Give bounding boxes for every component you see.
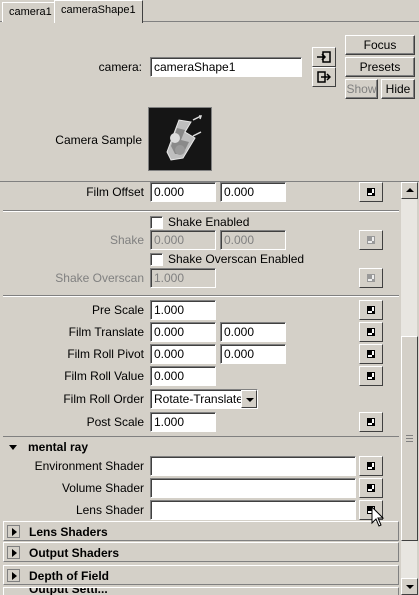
- lens-shader-field[interactable]: [150, 500, 356, 520]
- arrow-down-icon: [406, 585, 414, 589]
- output-settings-section-header[interactable]: Output Setti...: [3, 587, 399, 595]
- film-roll-value-map-button[interactable]: [359, 366, 383, 386]
- depth-of-field-section-header[interactable]: Depth of Field: [3, 565, 399, 585]
- depth-of-field-title: Depth of Field: [29, 569, 109, 583]
- checker-map-icon: [367, 236, 375, 244]
- lens-shaders-section-header[interactable]: Lens Shaders: [3, 521, 399, 541]
- camera-swatch-icon: [149, 108, 211, 170]
- divider: [3, 295, 399, 297]
- checker-map-icon: [367, 462, 375, 470]
- film-roll-pivot-label: Film Roll Pivot: [67, 347, 144, 361]
- shake-label: Shake: [109, 233, 144, 247]
- volume-shader-field[interactable]: [150, 478, 356, 498]
- camera-sample-thumbnail: [148, 107, 212, 171]
- shake-overscan-enabled-checkbox[interactable]: [150, 253, 163, 266]
- shake-enabled-label: Shake Enabled: [168, 215, 250, 229]
- camera-name-field[interactable]: cameraShape1: [150, 57, 302, 77]
- divider: [3, 210, 399, 212]
- mental-ray-section-header[interactable]: mental ray: [3, 436, 399, 456]
- film-roll-order-label: Film Roll Order: [63, 392, 144, 406]
- pre-scale-label: Pre Scale: [91, 303, 144, 317]
- post-scale-map-button[interactable]: [359, 412, 383, 432]
- hide-button[interactable]: Hide: [381, 79, 415, 99]
- camera-sample-label: Camera Sample: [55, 133, 142, 147]
- expanded-triangle-icon: [9, 445, 17, 450]
- scroll-down-button[interactable]: [401, 578, 418, 595]
- shake-overscan-label: Shake Overscan: [55, 271, 144, 285]
- camera-label: camera:: [98, 60, 142, 74]
- film-translate-label: Film Translate: [68, 325, 144, 339]
- lens-shader-label: Lens Shader: [75, 503, 144, 517]
- pre-scale-field[interactable]: 1.000: [150, 300, 216, 320]
- input-connection-icon: [317, 51, 331, 63]
- checker-map-icon: [367, 188, 375, 196]
- film-roll-order-dropdown[interactable]: Rotate-Translate: [150, 389, 258, 409]
- shake-overscan-map-button: [359, 268, 383, 288]
- checker-map-icon: [367, 350, 375, 358]
- volume-shader-map-button[interactable]: [359, 478, 383, 498]
- scrollbar-thumb[interactable]: [401, 336, 418, 541]
- post-scale-label: Post Scale: [86, 415, 144, 429]
- film-offset-y-field[interactable]: 0.000: [220, 182, 286, 202]
- arrow-up-icon: [406, 188, 414, 192]
- checker-map-icon: [367, 274, 375, 282]
- environment-shader-label: Environment Shader: [34, 459, 144, 473]
- vertical-scrollbar[interactable]: [400, 182, 418, 595]
- presets-button[interactable]: Presets: [345, 57, 415, 77]
- focus-button[interactable]: Focus: [345, 35, 415, 55]
- expand-triangle-icon: [12, 528, 17, 536]
- show-button[interactable]: Show: [345, 79, 378, 99]
- expand-triangle-icon: [12, 572, 17, 580]
- checker-map-icon: [367, 306, 375, 314]
- environment-shader-map-button[interactable]: [359, 456, 383, 476]
- film-offset-map-button[interactable]: [359, 182, 383, 202]
- tab-bar: camera1 cameraShape1: [0, 0, 419, 23]
- chevron-down-icon: [241, 390, 257, 408]
- film-offset-label: Film Offset: [86, 185, 144, 199]
- mental-ray-title: mental ray: [28, 440, 89, 454]
- output-settings-title: Output Setti...: [29, 587, 108, 595]
- load-camera-button[interactable]: [312, 47, 336, 67]
- film-offset-x-field[interactable]: 0.000: [150, 182, 216, 202]
- mouse-cursor-icon: [371, 506, 385, 527]
- shake-x-field: 0.000: [150, 230, 216, 250]
- output-connection-button[interactable]: [312, 67, 336, 87]
- film-translate-y-field[interactable]: 0.000: [220, 322, 286, 342]
- attribute-panel: Film Offset 0.000 0.000 Shake Enabled Sh…: [0, 181, 419, 595]
- shake-map-button: [359, 230, 383, 250]
- output-connection-icon: [317, 71, 331, 83]
- volume-shader-label: Volume Shader: [61, 481, 144, 495]
- film-translate-x-field[interactable]: 0.000: [150, 322, 216, 342]
- checker-map-icon: [367, 484, 375, 492]
- checker-map-icon: [367, 372, 375, 380]
- post-scale-field[interactable]: 1.000: [150, 412, 216, 432]
- film-translate-map-button[interactable]: [359, 322, 383, 342]
- shake-enabled-checkbox[interactable]: [150, 216, 163, 229]
- shake-overscan-enabled-label: Shake Overscan Enabled: [168, 252, 305, 266]
- tab-camera-shape1[interactable]: cameraShape1: [54, 0, 143, 23]
- film-roll-value-field[interactable]: 0.000: [150, 366, 216, 386]
- output-shaders-section-header[interactable]: Output Shaders: [3, 542, 399, 562]
- film-roll-pivot-map-button[interactable]: [359, 344, 383, 364]
- scroll-up-button[interactable]: [401, 182, 418, 199]
- grip-icon: [406, 435, 413, 436]
- film-roll-value-label: Film Roll Value: [64, 369, 144, 383]
- checker-map-icon: [367, 418, 375, 426]
- expand-triangle-icon: [12, 549, 17, 557]
- checker-map-icon: [367, 328, 375, 336]
- shake-y-field: 0.000: [220, 230, 286, 250]
- film-roll-pivot-x-field[interactable]: 0.000: [150, 344, 216, 364]
- film-roll-order-value: Rotate-Translate: [154, 392, 243, 406]
- tab-camera1[interactable]: camera1: [2, 2, 59, 22]
- shake-overscan-field: 1.000: [150, 268, 216, 288]
- environment-shader-field[interactable]: [150, 456, 356, 476]
- pre-scale-map-button[interactable]: [359, 300, 383, 320]
- film-roll-pivot-y-field[interactable]: 0.000: [220, 344, 286, 364]
- lens-shaders-title: Lens Shaders: [29, 525, 108, 539]
- output-shaders-title: Output Shaders: [29, 546, 120, 560]
